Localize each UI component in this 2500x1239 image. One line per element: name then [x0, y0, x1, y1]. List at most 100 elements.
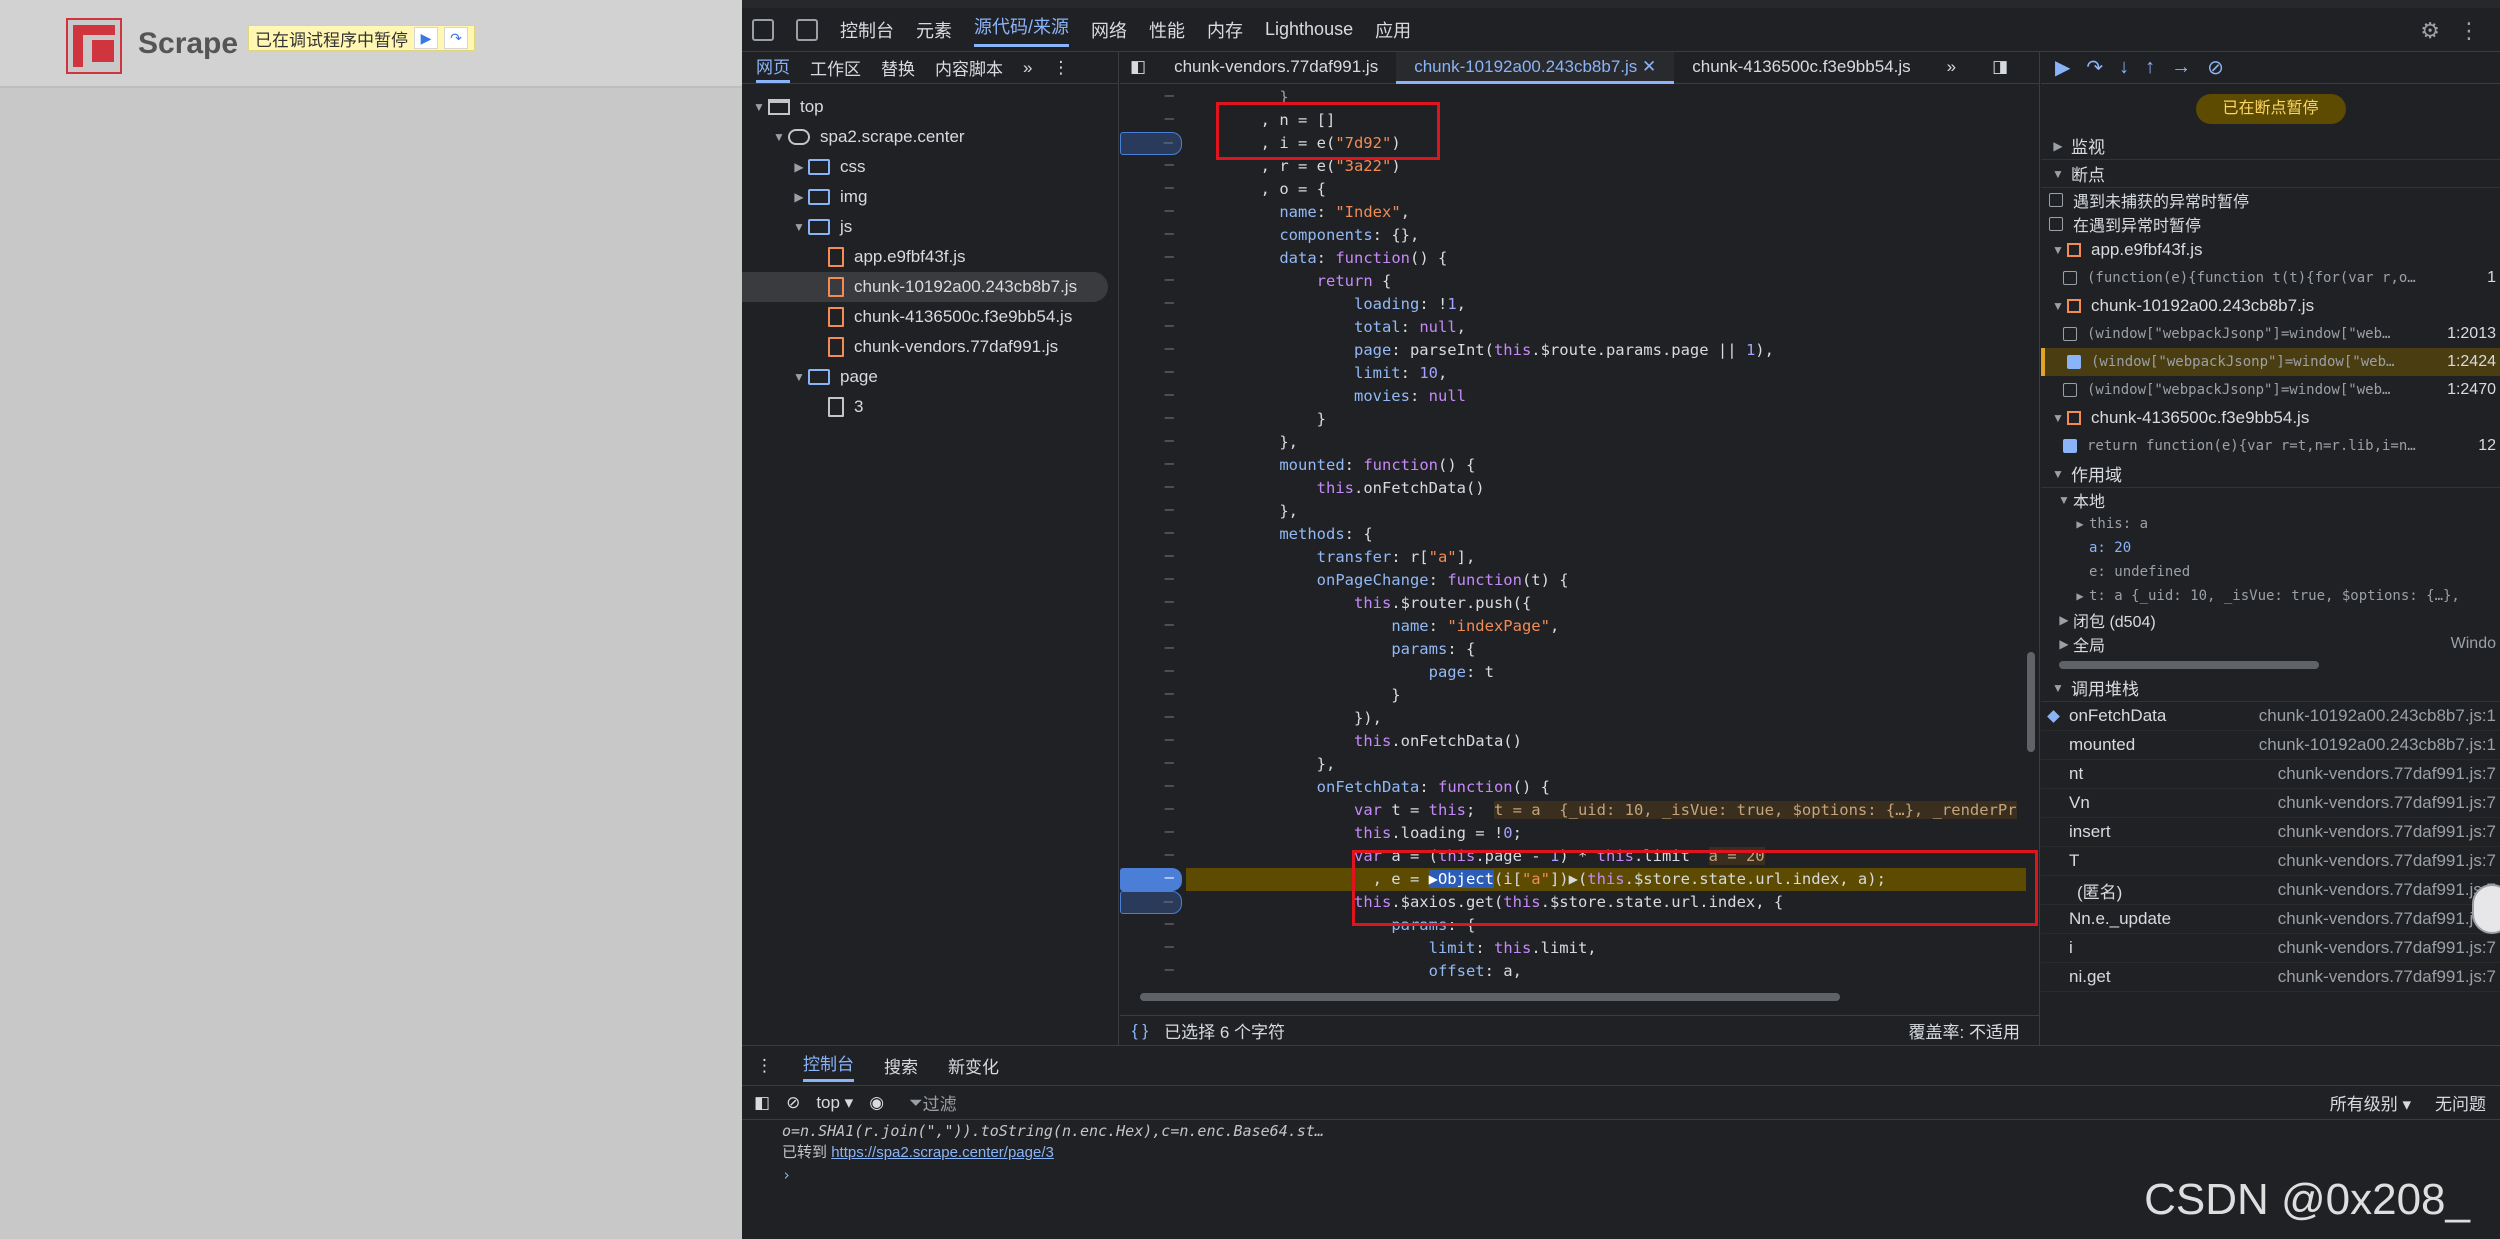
breakpoint-marker[interactable]: – — [1120, 891, 1182, 914]
tree-file-app[interactable]: app.e9fbf43f.js — [742, 242, 1118, 272]
vertical-scrollbar[interactable] — [2027, 652, 2035, 752]
tab-sources[interactable]: 源代码/来源 — [974, 13, 1070, 47]
expand-down-icon[interactable]: ▼ — [770, 130, 788, 144]
tab-application[interactable]: 应用 — [1375, 17, 1411, 43]
callstack-frame[interactable]: Vn chunk-vendors.77daf991.js:7 — [2041, 789, 2500, 818]
scope-local[interactable]: ▼ 本地 — [2041, 488, 2500, 512]
tree-item-page[interactable]: ▼ page — [742, 362, 1118, 392]
drawer-tab-search[interactable]: 搜索 — [884, 1053, 918, 1078]
horizontal-scrollbar[interactable] — [1130, 993, 2030, 1003]
tab-memory[interactable]: 内存 — [1207, 17, 1243, 43]
pause-uncaught-checkbox[interactable]: 遇到未捕获的异常时暂停 — [2041, 188, 2500, 212]
scope-var-e[interactable]: e: undefined — [2041, 560, 2500, 584]
expand-down-icon[interactable]: ▼ — [790, 220, 808, 234]
breakpoint-item[interactable]: (window["webpackJsonp"]=window["web… 1:20… — [2041, 320, 2500, 348]
tab-console[interactable]: 控制台 — [840, 17, 894, 43]
callstack-frame[interactable]: Nn.e._update chunk-vendors.77daf991.js:7 — [2041, 905, 2500, 934]
nav-menu-icon[interactable]: ⋮ — [1052, 58, 1069, 78]
tree-item-js[interactable]: ▼ js — [742, 212, 1118, 242]
section-scope[interactable]: ▼ 作用域 — [2041, 460, 2500, 488]
scope-var-a[interactable]: a: 20 — [2041, 536, 2500, 560]
step-over-icon[interactable]: ↷ — [2086, 55, 2103, 80]
expand-down-icon[interactable]: ▼ — [790, 370, 808, 384]
resume-icon[interactable]: ▶ — [414, 27, 438, 49]
bp-file-chunk-10192a00[interactable]: ▼ chunk-10192a00.243cb8b7.js — [2041, 292, 2500, 320]
step-out-icon[interactable]: ↑ — [2145, 56, 2155, 79]
checkbox[interactable] — [2049, 217, 2063, 231]
tab-performance[interactable]: 性能 — [1149, 17, 1185, 43]
section-watch[interactable]: ▶ 监视 — [2041, 132, 2500, 160]
console-filter-input[interactable]: ⏷ 过滤 — [900, 1090, 2180, 1116]
tree-item-img[interactable]: ▶ img — [742, 182, 1118, 212]
issues-count[interactable]: 无问题 — [2435, 1090, 2486, 1115]
tree-file-page-3[interactable]: 3 — [742, 392, 1118, 422]
section-breakpoints[interactable]: ▼ 断点 — [2041, 160, 2500, 188]
checkbox-checked[interactable] — [2063, 439, 2077, 453]
tree-file-chunk-vendors[interactable]: chunk-vendors.77daf991.js — [742, 332, 1118, 362]
assistant-avatar[interactable] — [2472, 884, 2500, 934]
bp-file-chunk-4136500c[interactable]: ▼ chunk-4136500c.f3e9bb54.js — [2041, 404, 2500, 432]
toggle-debugger-icon[interactable]: ◨ — [1974, 52, 2026, 84]
tab-lighthouse[interactable]: Lighthouse — [1265, 19, 1353, 40]
deactivate-breakpoints-icon[interactable]: ⊘ — [2207, 55, 2224, 80]
nav-tab-overrides[interactable]: 替换 — [881, 55, 915, 80]
navigation-link[interactable]: https://spa2.scrape.center/page/3 — [831, 1144, 1054, 1161]
nav-tab-page[interactable]: 网页 — [756, 53, 790, 83]
expand-down-icon[interactable]: ▼ — [750, 100, 768, 114]
context-select[interactable]: top ▾ — [816, 1093, 853, 1113]
tree-item-css[interactable]: ▶ css — [742, 152, 1118, 182]
bp-file-app[interactable]: ▼ app.e9fbf43f.js — [2041, 236, 2500, 264]
brand-title[interactable]: Scrape — [138, 27, 238, 61]
callstack-frame[interactable]: (匿名) chunk-vendors.77daf991.js:7 — [2041, 876, 2500, 905]
tree-item-top[interactable]: ▼ top — [742, 92, 1118, 122]
device-toggle-icon[interactable] — [796, 18, 818, 41]
scope-var-t[interactable]: ▶ t: a {_uid: 10, _isVue: true, $options:… — [2041, 584, 2500, 608]
log-levels-select[interactable]: 所有级别 ▾ — [2330, 1090, 2411, 1115]
callstack-frame[interactable]: ni.get chunk-vendors.77daf991.js:7 — [2041, 963, 2500, 992]
checkbox[interactable] — [2063, 327, 2077, 341]
checkbox[interactable] — [2063, 383, 2077, 397]
breakpoint-item[interactable]: return function(e){var r=t,n=r.lib,i=n… 1… — [2041, 432, 2500, 460]
settings-gear-icon[interactable]: ⚙ — [2420, 18, 2440, 44]
eye-icon[interactable]: ◉ — [869, 1093, 884, 1113]
expand-right-icon[interactable]: ▶ — [790, 190, 808, 204]
editor-tab-vendors[interactable]: chunk-vendors.77daf991.js — [1156, 52, 1396, 84]
code-view[interactable]: – } – , n = [] – , i = e("7d92") – , r =… — [1120, 86, 2040, 986]
editor-tab-chunk-10192a00[interactable]: chunk-10192a00.243cb8b7.js ✕ — [1396, 51, 1675, 84]
expand-right-icon[interactable]: ▶ — [790, 160, 808, 174]
close-tab-icon[interactable]: ✕ — [1642, 57, 1656, 76]
tab-elements[interactable]: 元素 — [916, 17, 952, 43]
sidebar-toggle-icon[interactable]: ◧ — [754, 1093, 770, 1113]
scope-global[interactable]: ▶ 全局 Windo — [2041, 632, 2500, 656]
more-tabs-icon[interactable]: » — [1929, 52, 1974, 84]
tree-file-chunk-4136500c[interactable]: chunk-4136500c.f3e9bb54.js — [742, 302, 1118, 332]
callstack-frame[interactable]: Tchunk-vendors.77daf991.js:7 — [2041, 847, 2500, 876]
drawer-tab-changes[interactable]: 新变化 — [948, 1053, 999, 1078]
tree-file-chunk-10192a00[interactable]: chunk-10192a00.243cb8b7.js — [742, 272, 1108, 302]
scope-var-this[interactable]: ▶ this: a — [2041, 512, 2500, 536]
resume-icon[interactable]: ▶ — [2055, 55, 2070, 80]
editor-tab-chunk-4136500c[interactable]: chunk-4136500c.f3e9bb54.js — [1674, 52, 1928, 84]
breakpoint-item[interactable]: (function(e){function t(t){for(var r,o… 1 — [2041, 264, 2500, 292]
inspect-element-icon[interactable] — [752, 18, 774, 41]
checkbox[interactable] — [2063, 271, 2077, 285]
callstack-frame[interactable]: nt chunk-vendors.77daf991.js:7 — [2041, 760, 2500, 789]
tab-network[interactable]: 网络 — [1091, 17, 1127, 43]
callstack-frame[interactable]: onFetchData chunk-10192a00.243cb8b7.js:1 — [2041, 702, 2500, 731]
nav-tab-workspace[interactable]: 工作区 — [810, 55, 861, 80]
breakpoint-marker[interactable]: – — [1120, 132, 1182, 155]
callstack-frame[interactable]: insert chunk-vendors.77daf991.js:7 — [2041, 818, 2500, 847]
drawer-tab-console[interactable]: 控制台 — [803, 1050, 854, 1082]
more-tabs-icon[interactable]: » — [1023, 58, 1032, 78]
callstack-frame[interactable]: i chunk-vendors.77daf991.js:7 — [2041, 934, 2500, 963]
scrape-logo[interactable] — [66, 18, 122, 74]
active-breakpoint-marker[interactable]: – — [1120, 868, 1182, 891]
nav-tab-content-scripts[interactable]: 内容脚本 — [935, 55, 1003, 80]
step-icon[interactable]: → — [2171, 56, 2191, 79]
step-over-icon[interactable]: ↷ — [444, 27, 468, 49]
pretty-print-icon[interactable]: { } — [1132, 1021, 1148, 1041]
more-options-icon[interactable]: ⋮ — [2458, 18, 2480, 44]
tree-item-domain[interactable]: ▼ spa2.scrape.center — [742, 122, 1118, 152]
section-callstack[interactable]: ▼ 调用堆栈 — [2041, 674, 2500, 702]
drawer-menu-icon[interactable]: ⋮ — [756, 1056, 773, 1076]
